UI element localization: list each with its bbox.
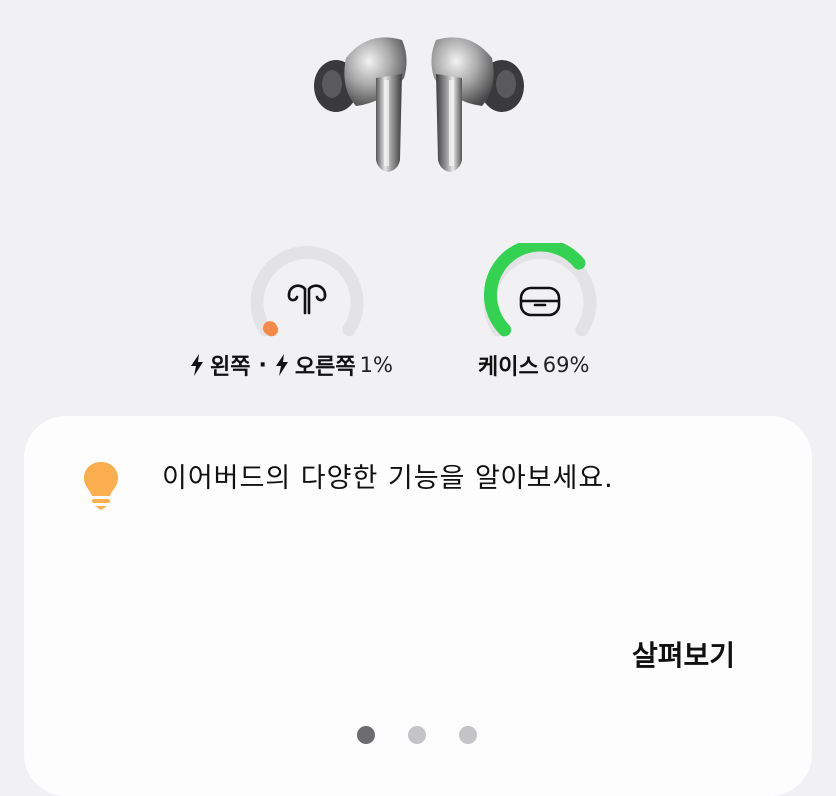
lightbulb-icon (82, 460, 120, 512)
page-indicator-dot-2[interactable] (408, 726, 426, 744)
explore-button[interactable]: 살펴보기 (632, 634, 735, 674)
buds-battery-label: 왼쪽 · 오른쪽 1% (190, 348, 393, 382)
separator: · (258, 352, 267, 378)
charging-bolt-icon (191, 354, 203, 376)
left-bud-label: 왼쪽 (210, 355, 251, 380)
page-indicator-dot-1[interactable] (357, 726, 375, 744)
case-battery-label: 케이스 69% (478, 348, 589, 382)
buds-battery-gauge (245, 243, 369, 343)
charging-bolt-icon (275, 354, 288, 376)
case-icon (519, 286, 561, 317)
earbuds-image (306, 28, 532, 180)
case-battery-percent: 69% (542, 353, 590, 377)
buds-gauge-track (250, 246, 364, 337)
tip-message: 이어버드의 다양한 기능을 알아보세요. (162, 463, 614, 494)
buds-battery-percent: 1% (359, 353, 393, 377)
case-battery-gauge (478, 243, 602, 343)
right-bud-label: 오른쪽 (294, 355, 356, 380)
page-indicator-dot-3[interactable] (459, 726, 477, 744)
earbuds-icon (287, 284, 327, 315)
buds-gauge-dot (263, 321, 277, 336)
case-label: 케이스 (478, 355, 539, 380)
